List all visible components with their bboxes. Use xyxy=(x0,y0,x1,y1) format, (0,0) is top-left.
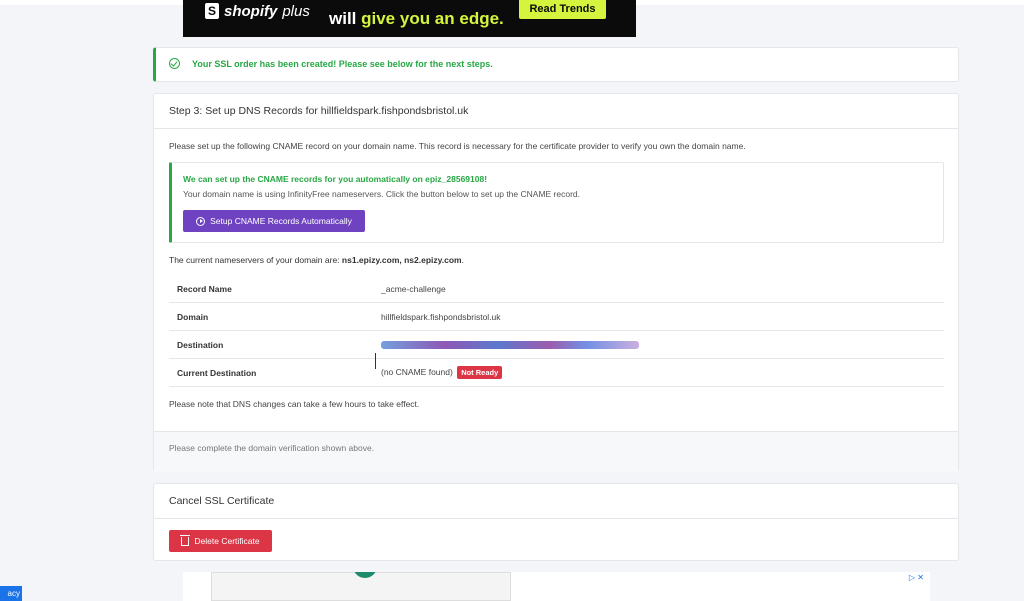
table-row: Current Destination (no CNAME found) Not… xyxy=(169,358,944,387)
ad-banner-top[interactable]: S shopify plus will give you an edge. Rea… xyxy=(183,0,636,37)
destination-label: Destination xyxy=(169,330,381,359)
shopify-logo: S shopify plus xyxy=(205,2,310,20)
brand-name: shopify xyxy=(224,2,278,20)
dns-footer-text: Please complete the domain verification … xyxy=(169,443,375,453)
table-row: Destination xyxy=(169,330,944,359)
ad-tagline: will give you an edge. xyxy=(329,9,504,29)
privacy-button[interactable]: acy xyxy=(0,586,22,601)
dns-card-header: Step 3: Set up DNS Records for hillfield… xyxy=(154,94,958,129)
table-row: Domain hillfieldspark.fishpondsbristol.u… xyxy=(169,302,944,331)
shopping-bag-icon: S xyxy=(205,3,219,19)
auto-setup-alert: We can set up the CNAME records for you … xyxy=(169,162,944,243)
ad-tagline-prefix: will xyxy=(329,9,362,28)
table-row: Record Name _acme-challenge xyxy=(169,275,944,303)
destination-value xyxy=(381,330,944,359)
read-trends-button[interactable]: Read Trends xyxy=(519,0,606,19)
delete-certificate-button[interactable]: Delete Certificate xyxy=(169,530,272,552)
adchoices-icon[interactable]: ▷ ✕ xyxy=(909,573,924,582)
ad-banner-bottom[interactable]: ▷ ✕ xyxy=(183,572,930,601)
success-message: Your SSL order has been created! Please … xyxy=(192,59,493,69)
setup-cname-button[interactable]: Setup CNAME Records Automatically xyxy=(183,210,365,232)
not-ready-badge: Not Ready xyxy=(457,366,503,379)
nameservers-values: ns1.epizy.com, ns2.epizy.com xyxy=(341,255,462,265)
trash-icon xyxy=(180,534,191,546)
current-destination-value: (no CNAME found) Not Ready xyxy=(381,358,944,387)
cancel-ssl-card: Cancel SSL Certificate Delete Certificat… xyxy=(153,483,959,561)
play-circle-icon xyxy=(196,216,206,226)
delete-certificate-label: Delete Certificate xyxy=(194,536,260,546)
dns-note: Please note that DNS changes can take a … xyxy=(169,399,420,409)
ad-tagline-highlight: give you an edge. xyxy=(361,9,504,28)
current-destination-text: (no CNAME found) xyxy=(381,367,453,377)
dns-records-table: Record Name _acme-challenge Domain hillf… xyxy=(169,275,944,387)
auto-setup-heading: We can set up the CNAME records for you … xyxy=(183,174,488,184)
setup-cname-label: Setup CNAME Records Automatically xyxy=(210,216,352,226)
brand-suffix: plus xyxy=(282,2,310,20)
domain-value: hillfieldspark.fishpondsbristol.uk xyxy=(381,302,944,331)
redacted-scribble xyxy=(381,341,639,350)
domain-label: Domain xyxy=(169,302,381,331)
nameservers-line: The current nameservers of your domain a… xyxy=(169,255,464,265)
record-name-value: _acme-challenge xyxy=(381,275,944,303)
text-cursor xyxy=(375,353,376,369)
nameservers-prefix: The current nameservers of your domain a… xyxy=(169,255,342,265)
success-alert: Your SSL order has been created! Please … xyxy=(153,47,959,82)
record-name-label: Record Name xyxy=(169,275,381,303)
auto-setup-text: Your domain name is using InfinityFree n… xyxy=(183,189,581,199)
cancel-card-header: Cancel SSL Certificate xyxy=(154,484,958,519)
dns-records-card: Step 3: Set up DNS Records for hillfield… xyxy=(153,93,959,472)
current-destination-label: Current Destination xyxy=(169,358,381,387)
dns-card-footer: Please complete the domain verification … xyxy=(154,431,958,472)
dns-intro-text: Please set up the following CNAME record… xyxy=(169,141,746,151)
check-circle-icon xyxy=(169,58,180,69)
